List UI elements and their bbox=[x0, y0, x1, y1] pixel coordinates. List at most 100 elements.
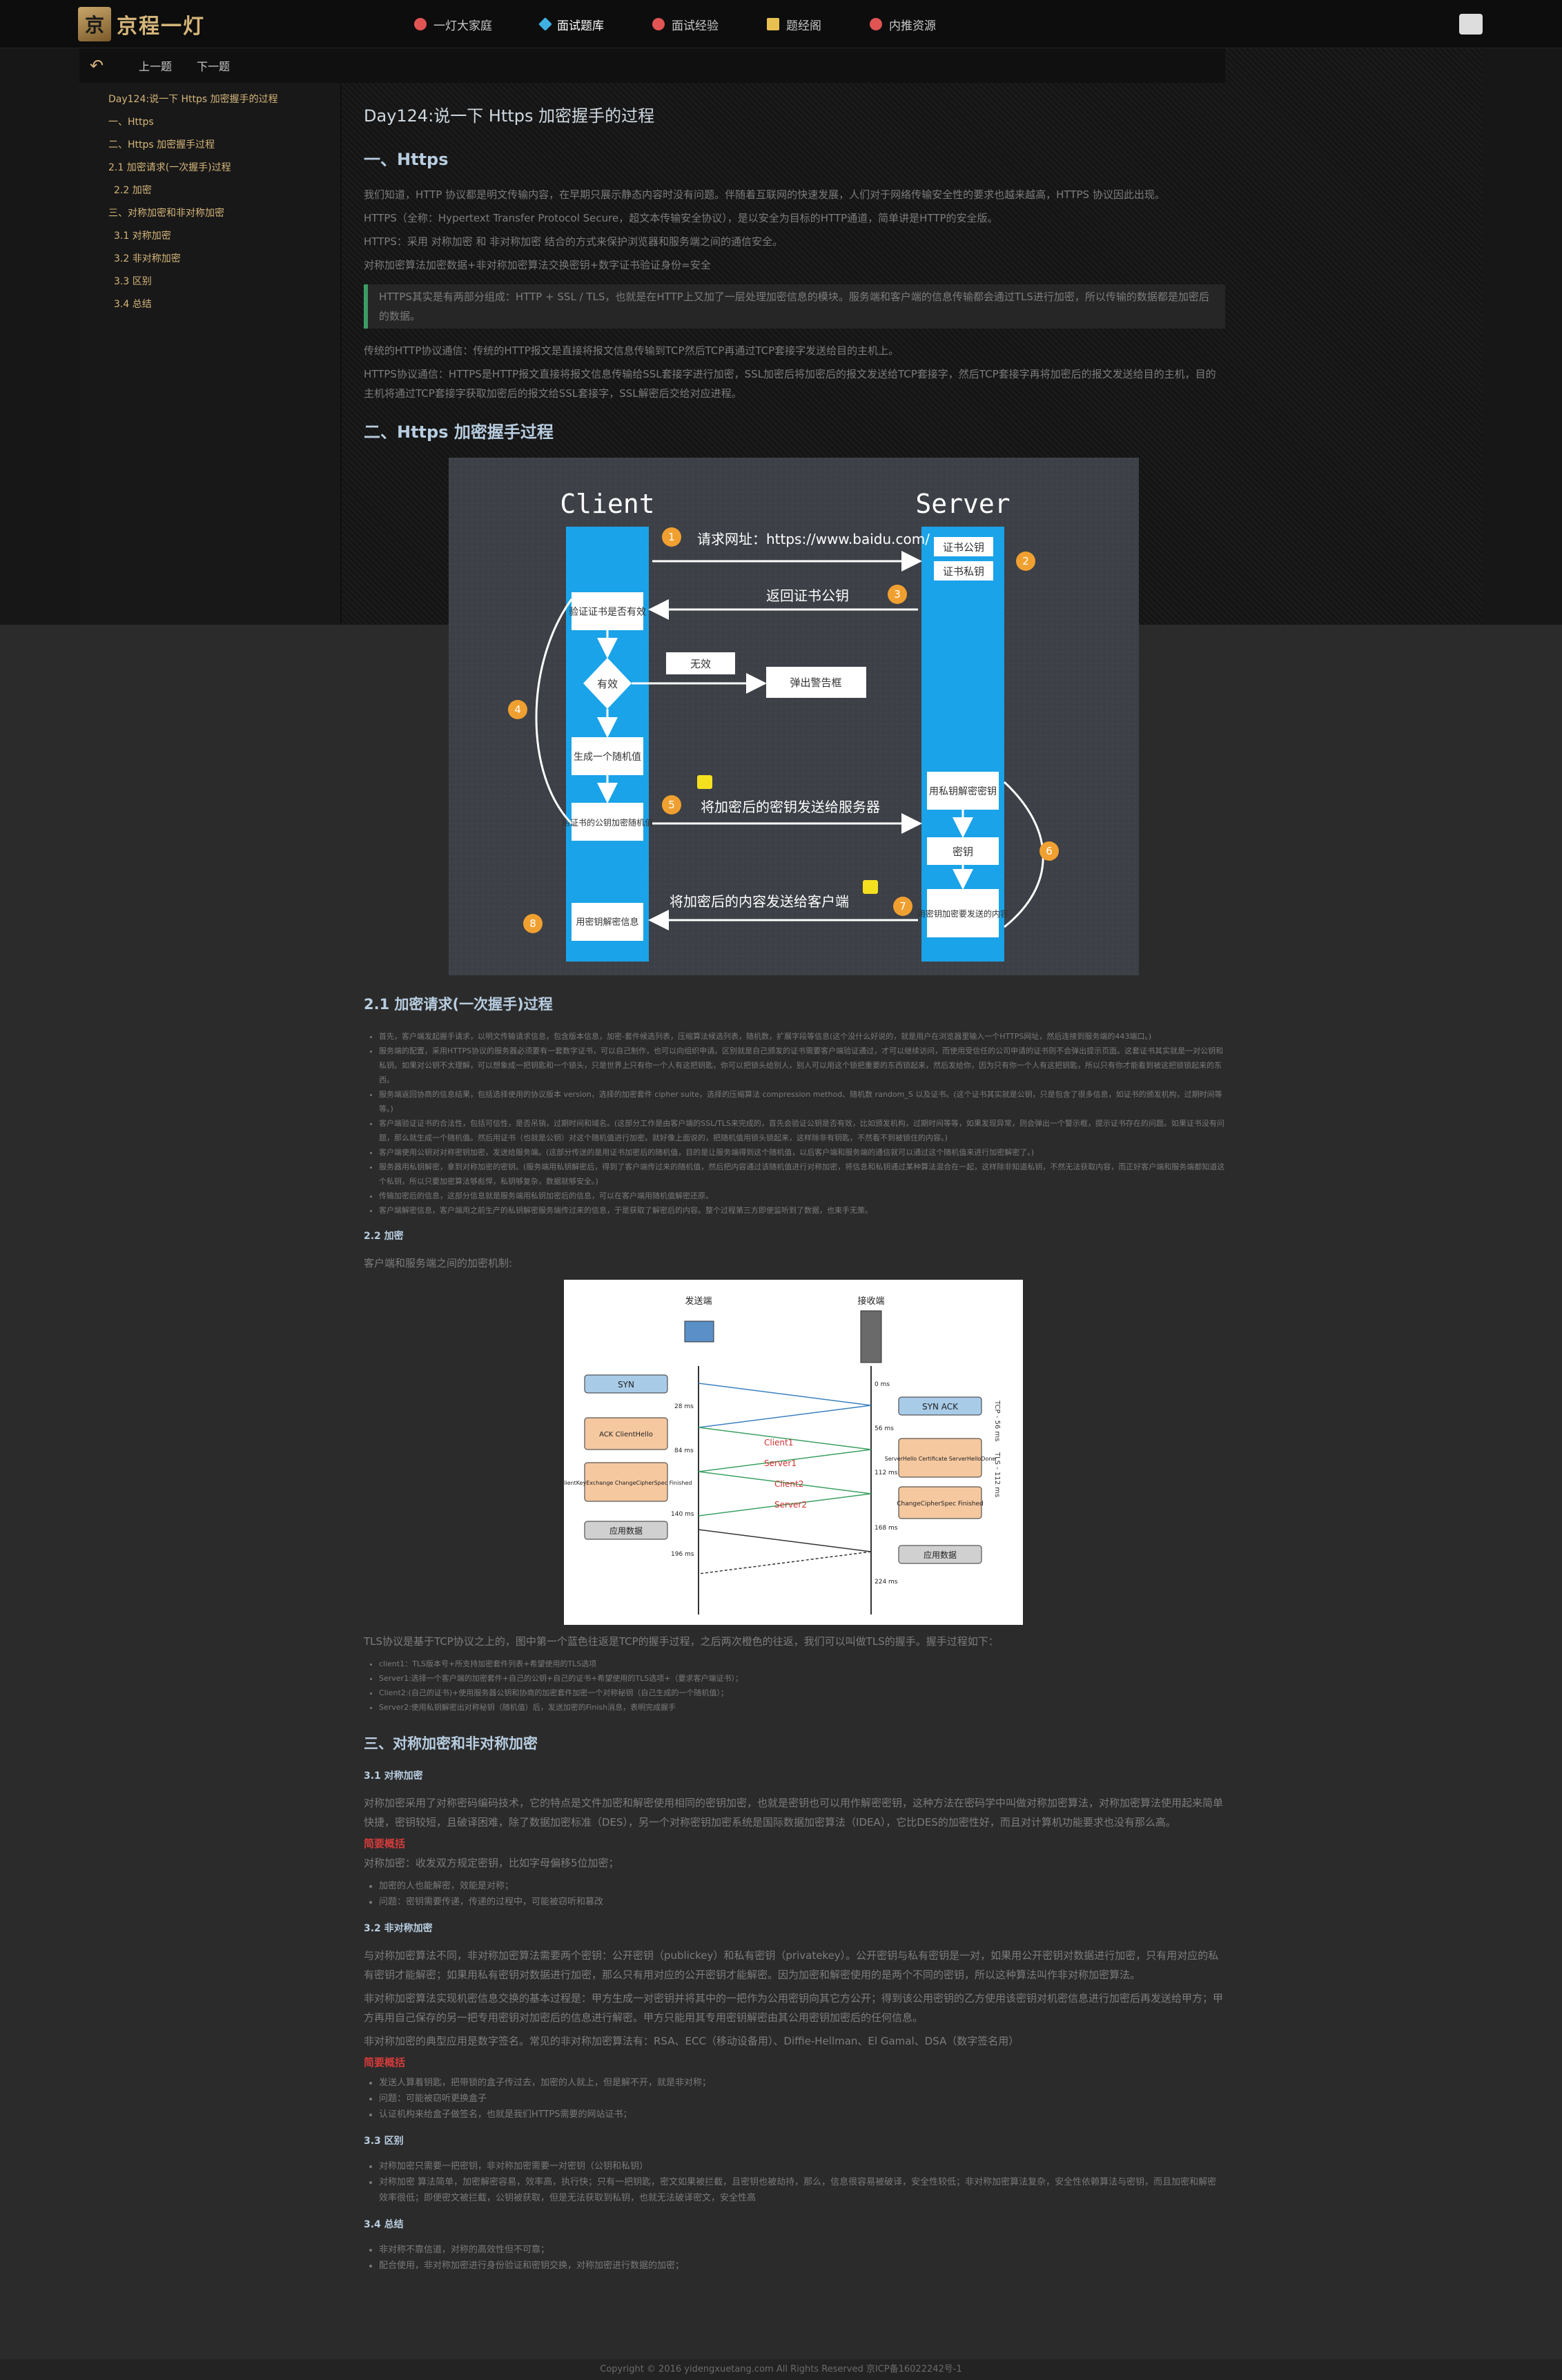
receiver-label: 接收端 bbox=[857, 1296, 884, 1307]
client-label: Client bbox=[560, 489, 654, 519]
nav-label: 面试题库 bbox=[557, 19, 604, 33]
paragraph: 非对称加密的典型应用是数字签名。常见的非对称加密算法有：RSA、ECC（移动设备… bbox=[364, 2035, 1019, 2047]
quote-text: HTTPS其实是有两部分组成：HTTP + SSL / TLS，也就是在HTTP… bbox=[379, 291, 1209, 322]
server-label: Server bbox=[915, 489, 1010, 519]
question-toolbar: ↶ 上一题 下一题 bbox=[79, 48, 1225, 83]
target-icon bbox=[870, 18, 882, 30]
time-28: 28 ms bbox=[674, 1403, 694, 1410]
app-data-box: 应用数据 bbox=[924, 1550, 957, 1560]
change-cipher-box: ChangeCipherSpec Finished bbox=[897, 1501, 984, 1508]
time-168: 168 ms bbox=[875, 1525, 898, 1532]
toc-item-3-4[interactable]: 3.4 总结 bbox=[79, 293, 340, 316]
toc-item-title[interactable]: Day124:说一下 Https 加密握手的过程 bbox=[79, 88, 340, 111]
section-heading-3: 三、对称加密和非对称加密 bbox=[364, 1735, 538, 1752]
paragraph: 传统的HTTP协议通信：传统的HTTP报文是直接将报文信息传输到TCP然后TCP… bbox=[364, 344, 899, 357]
list-item: 发送人算着钥匙，把带锁的盒子传过去，加密的人就上，但是解不开，就是非对称； bbox=[379, 2075, 1225, 2091]
nav-item-experience[interactable]: 面试经验 bbox=[652, 16, 719, 33]
list-item: Client2:(自己的证书)+使用服务器公钥和协商的加密套件加密一个对称秘钥（… bbox=[379, 1686, 1225, 1700]
paragraph: HTTPS：采用 对称加密 和 非对称加密 结合的方式来保护浏览器和服务端之间的… bbox=[364, 235, 783, 248]
diamond-icon bbox=[538, 17, 552, 31]
list-item: 对称加密只需要一把密钥，非对称加密需要一对密钥（公钥和私钥） bbox=[379, 2158, 1225, 2174]
decrypt-key-box: 用私钥解密密钥 bbox=[929, 786, 997, 797]
toc-item-handshake[interactable]: 二、Https 加密握手过程 bbox=[79, 134, 340, 157]
list-item: 服务器用私钥解密，拿到对称加密的密钥。(服务端用私钥解密后，得到了客户端传过来的… bbox=[379, 1160, 1225, 1189]
step-1: 1 bbox=[668, 531, 675, 543]
list-item: 非对称不靠信道，对称的高效性但不可靠； bbox=[379, 2242, 1225, 2258]
warning-box: 弹出警告框 bbox=[790, 676, 841, 689]
list-item: 传输加密后的信息，这部分信息就是服务端用私钥加密后的信息，可以在客户端用随机值解… bbox=[379, 1189, 1225, 1203]
list-item: Server2:使用私钥解密出对称秘钥（随机值）后，发送加密的Finish消息，… bbox=[379, 1700, 1225, 1715]
page-footer: Copyright © 2016 yidengxuetang.com All R… bbox=[0, 2359, 1562, 2380]
main-nav: 一灯大家庭 面试题库 面试经验 题经阁 内推资源 bbox=[414, 0, 936, 48]
summary-label: 简要概括 bbox=[364, 1837, 406, 1850]
toc-item-2-1[interactable]: 2.1 加密请求(一次握手)过程 bbox=[79, 157, 340, 179]
toc-item-3-3[interactable]: 3.3 区别 bbox=[79, 271, 340, 293]
key-box: 密钥 bbox=[953, 846, 973, 858]
logo-text: 京程一灯 bbox=[117, 14, 205, 39]
toc-item-3-2[interactable]: 3.2 非对称加密 bbox=[79, 248, 340, 271]
article-content: Day124:说一下 Https 加密握手的过程 一、Https 我们知道，HT… bbox=[343, 83, 1225, 2282]
https-handshake-diagram: Client Server 证书公钥 证书私钥 1 请求网址：https://w… bbox=[449, 458, 1139, 975]
toc-item-2-2[interactable]: 2.2 加密 bbox=[79, 179, 340, 202]
logo-mark-icon: 京 bbox=[78, 7, 111, 41]
list-item: 问题：可能被窃听更换盒子 bbox=[379, 2091, 1225, 2107]
user-avatar-icon[interactable] bbox=[1459, 14, 1483, 35]
next-question-link[interactable]: 下一题 bbox=[197, 57, 230, 74]
gen-random-box: 生成一个随机值 bbox=[574, 752, 641, 763]
site-logo[interactable]: 京 京程一灯 bbox=[78, 6, 205, 43]
list-item: Server1:选择一个客户端的加密套件+自己的公钥+自己的证书+希望使用的TL… bbox=[379, 1671, 1225, 1686]
nav-item-questions[interactable]: 面试题库 bbox=[538, 16, 604, 33]
asymmetric-list: 发送人算着钥匙，把带锁的盒子传过去，加密的人就上，但是解不开，就是非对称； 问题… bbox=[379, 2075, 1225, 2123]
step-5: 5 bbox=[668, 799, 675, 811]
toc-item-section-3[interactable]: 三、对称加密和非对称加密 bbox=[79, 202, 340, 225]
section-heading-https: 一、Https bbox=[364, 150, 449, 169]
decrypt-info-box: 用密钥解密信息 bbox=[576, 917, 638, 928]
back-arrow-icon[interactable]: ↶ bbox=[79, 56, 114, 75]
time-140: 140 ms bbox=[671, 1511, 694, 1518]
left-gutter bbox=[0, 48, 79, 625]
blockquote: HTTPS其实是有两部分组成：HTTP + SSL / TLS，也就是在HTTP… bbox=[364, 284, 1225, 329]
nav-item-referral[interactable]: 内推资源 bbox=[870, 16, 936, 33]
step-3: 3 bbox=[894, 588, 901, 601]
step-4: 4 bbox=[514, 703, 521, 716]
syn-box: SYN bbox=[618, 1380, 634, 1389]
time-196: 196 ms bbox=[671, 1551, 694, 1558]
nav-item-family[interactable]: 一灯大家庭 bbox=[414, 16, 492, 33]
section-heading-handshake: 二、Https 加密握手过程 bbox=[364, 422, 554, 442]
list-item: 客户端验证证书的合法性，包括可信性，是否吊销，过期时间和域名。(这部分工作是由客… bbox=[379, 1116, 1225, 1145]
tls-handshake-diagram: 发送端 接收端 SYN SYN ACK ACK ClientHello Serv… bbox=[564, 1280, 1023, 1625]
section-heading-3-3: 3.3 区别 bbox=[364, 2136, 404, 2147]
paragraph: 对称加密采用了对称密码编码技术，它的特点是文件加密和解密使用相同的密钥加密，也就… bbox=[364, 1797, 1224, 1828]
book-icon bbox=[767, 18, 779, 30]
list-item: 配合使用，非对称加密进行身份验证和密钥交换，对称加密进行数据的加密； bbox=[379, 2258, 1225, 2274]
section-heading-3-2: 3.2 非对称加密 bbox=[364, 1923, 433, 1934]
home-icon bbox=[414, 18, 427, 30]
nav-label: 面试经验 bbox=[672, 19, 719, 33]
lock-icon bbox=[863, 880, 878, 894]
summary-list: 非对称不靠信道，对称的高效性但不可靠； 配合使用，非对称加密进行身份验证和密钥交… bbox=[379, 2242, 1225, 2274]
laptop-icon bbox=[684, 1320, 714, 1343]
shoe-icon bbox=[652, 18, 665, 30]
client-key-exchange-box: ClientKeyExchange ChangeCipherSpec Finis… bbox=[564, 1480, 692, 1486]
step-1-text: 请求网址：https://www.baidu.com/ bbox=[697, 531, 930, 547]
nav-item-pavilion[interactable]: 题经阁 bbox=[767, 16, 821, 33]
paragraph: 与对称加密算法不同，非对称加密算法需要两个密钥：公开密钥（publickey）和… bbox=[364, 1949, 1219, 1981]
prev-question-link[interactable]: 上一题 bbox=[139, 57, 172, 74]
paragraph: 对称加密算法加密数据+非对称加密算法交换密钥+数字证书验证身份=安全 bbox=[364, 259, 711, 271]
toc-item-3-1[interactable]: 3.1 对称加密 bbox=[79, 225, 340, 248]
list-item: 服务端的配置，采用HTTPS协议的服务器必须要有一套数字证书，可以自己制作，也可… bbox=[379, 1044, 1225, 1087]
handshake-steps-list: 首先，客户端发起握手请求，以明文传输请求信息，包含版本信息，加密-套件候选列表，… bbox=[379, 1029, 1225, 1218]
server-public-key: 证书公钥 bbox=[943, 541, 984, 554]
section-heading-3-1: 3.1 对称加密 bbox=[364, 1771, 423, 1782]
paragraph: 对称加密：收发双方规定密钥，比如字母偏移5位加密； bbox=[364, 1857, 619, 1869]
time-56: 56 ms bbox=[875, 1425, 894, 1432]
nav-label: 内推资源 bbox=[889, 19, 936, 33]
top-header: 京 京程一灯 一灯大家庭 面试题库 面试经验 题经阁 内推资源 bbox=[0, 0, 1562, 48]
list-item: 认证机构来给盒子做签名，也就是我们HTTPS需要的网站证书； bbox=[379, 2107, 1225, 2123]
paragraph: 非对称加密算法实现机密信息交换的基本过程是：甲方生成一对密钥并将其中的一把作为公… bbox=[364, 1992, 1224, 2024]
server1-label: Server1 bbox=[764, 1459, 797, 1468]
tls-brace-label: TLS - 112 ms bbox=[993, 1452, 1001, 1497]
toc-item-https[interactable]: 一、Https bbox=[79, 111, 340, 134]
list-item: client1：TLS版本号+所支持加密套件列表+希望使用的TLS选项 bbox=[379, 1657, 1225, 1671]
difference-list: 对称加密只需要一把密钥，非对称加密需要一对密钥（公钥和私钥） 对称加密 算法简单… bbox=[379, 2158, 1225, 2206]
